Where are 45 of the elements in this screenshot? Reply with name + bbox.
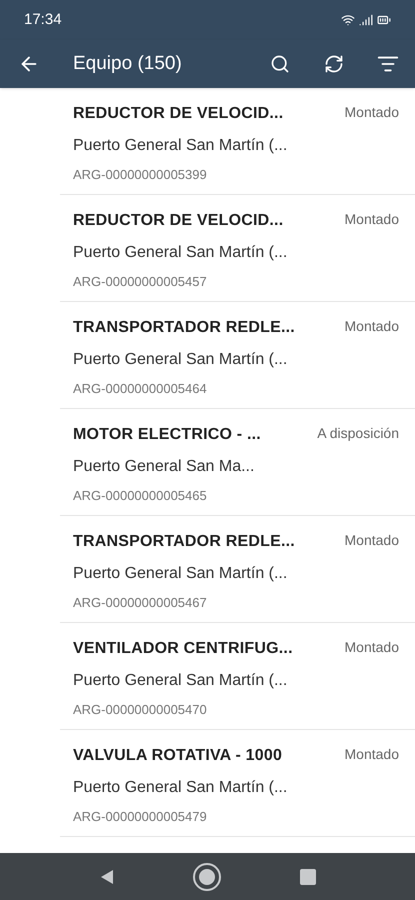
equipment-list-item[interactable]: REDUCTOR DE VELOCID... Puerto General San Martín (... ARG-00000000005399 Montado <box>60 88 415 195</box>
equipment-list-item[interactable]: VENTILADOR CENTRIFUG... Puerto General San Martín (... ARG-00000000005470 Montado <box>60 623 415 730</box>
equipment-title: VALVULA ROTATIVA - 1000 <box>73 746 284 766</box>
back-nav-icon[interactable] <box>98 868 115 884</box>
status-time: 17:34 <box>24 10 62 30</box>
sync-icon <box>324 54 344 74</box>
equipment-list-item[interactable]: REDUCTOR DE VELOCID... Puerto General San Martín (... ARG-00000000005457 Montado <box>60 195 415 302</box>
battery-icon <box>377 13 391 27</box>
equipment-location: Puerto General San Ma... <box>73 457 256 477</box>
equipment-status: Montado <box>344 103 399 122</box>
equipment-list-item[interactable]: TRANSPORTADOR REDLE... Puerto General San Martín (... ARG-00000000005467 Montado <box>60 516 415 623</box>
equipment-location: Puerto General San Martín (... <box>73 671 288 691</box>
equipment-location: Puerto General San Martín (... <box>73 350 288 370</box>
equipment-id: ARG-00000000005457 <box>73 273 208 291</box>
equipment-title: TRANSPORTADOR REDLE... <box>73 532 296 552</box>
signal-icon <box>359 13 373 27</box>
equipment-list-item[interactable]: VALVULA ROTATIVA - 1000 Puerto General San Martín (... ARG-00000000005479 Montado <box>60 730 415 837</box>
wifi-icon <box>341 13 355 27</box>
equipment-location: Puerto General San Martín (... <box>73 564 288 584</box>
equipment-title: REDUCTOR DE VELOCID... <box>73 211 284 231</box>
search-icon <box>270 54 290 74</box>
equipment-status: Montado <box>344 317 399 336</box>
equipment-location: Puerto General San Martín (... <box>73 243 288 263</box>
equipment-list-item[interactable]: TRANSPORTADOR REDLE... Puerto General San Martín (... ARG-00000000005464 Montado <box>60 302 415 409</box>
equipment-id: ARG-00000000005470 <box>73 701 208 719</box>
equipment-status: Montado <box>344 531 399 550</box>
equipment-status: Montado <box>344 638 399 657</box>
equipment-list-item[interactable]: MOTOR ELECTRICO - ... Puerto General San Ma... ARG-00000000005465 A disposición <box>60 409 415 516</box>
home-nav-icon[interactable] <box>192 862 222 892</box>
equipment-title: VENTILADOR CENTRIFUG... <box>73 639 294 659</box>
equipment-title: TRANSPORTADOR REDLE... <box>73 318 296 338</box>
recents-nav-icon[interactable] <box>300 868 316 884</box>
screen-title: Equipo (150) <box>73 52 183 76</box>
equipment-location: Puerto General San Martín (... <box>73 136 288 156</box>
equipment-title: MOTOR ELECTRICO - ... <box>73 425 262 445</box>
equipment-id: ARG-00000000005467 <box>73 594 208 612</box>
equipment-id: ARG-00000000005464 <box>73 380 208 398</box>
equipment-location: Puerto General San Martín (... <box>73 778 288 798</box>
equipment-id: ARG-00000000005399 <box>73 166 208 184</box>
equipment-title: REDUCTOR DE VELOCID... <box>73 104 284 124</box>
equipment-status: Montado <box>344 745 399 764</box>
equipment-status: Montado <box>344 210 399 229</box>
equipment-id: ARG-00000000005479 <box>73 808 208 826</box>
equipment-id: ARG-00000000005465 <box>73 487 208 505</box>
equipment-status: A disposición <box>317 424 399 443</box>
